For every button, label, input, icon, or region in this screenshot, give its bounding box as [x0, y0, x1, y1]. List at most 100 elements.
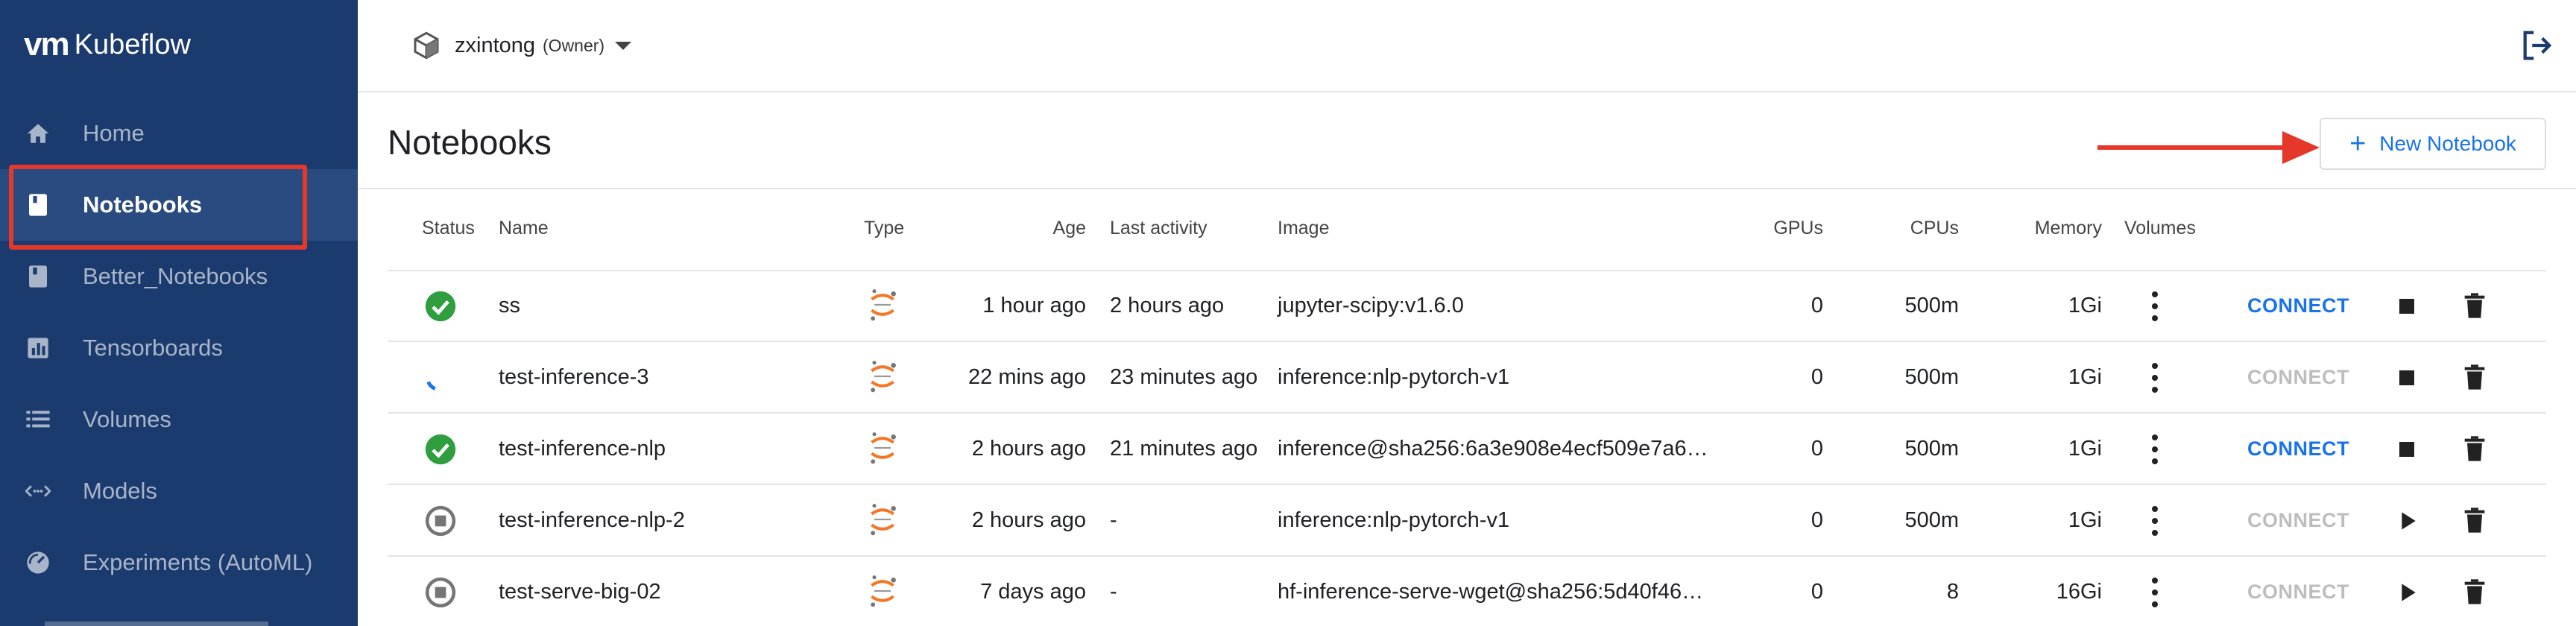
- notebook-name-link[interactable]: test-serve-big-02: [499, 580, 661, 604]
- status-stopped-icon: [425, 505, 456, 537]
- sidebar-item-home[interactable]: Home: [0, 98, 358, 169]
- col-name[interactable]: Name: [499, 218, 549, 239]
- col-gpus[interactable]: GPUs: [1714, 218, 1823, 239]
- connect-button: CONNECT: [2247, 366, 2349, 388]
- last-activity-cell: 23 minutes ago: [1110, 365, 1258, 389]
- cpus-cell: 500m: [1904, 294, 1959, 317]
- gpus-cell: 0: [1811, 294, 1823, 317]
- row-divider: [388, 412, 2546, 414]
- namespace-name: zxintong: [455, 33, 536, 57]
- stop-icon[interactable]: [2392, 363, 2422, 393]
- status-stopped-icon: [425, 577, 456, 608]
- memory-cell: 1Gi: [2068, 437, 2102, 461]
- volumes-menu-icon[interactable]: [2150, 291, 2159, 321]
- namespace-role: (Owner): [543, 35, 605, 55]
- table-header-divider: [388, 270, 2546, 271]
- col-image[interactable]: Image: [1278, 218, 1329, 239]
- namespace-selector[interactable]: zxintong (Owner): [411, 27, 632, 64]
- sidebar-item-volumes[interactable]: Volumes: [0, 384, 358, 455]
- header-divider: [358, 188, 2576, 189]
- memory-cell: 1Gi: [2068, 365, 2102, 389]
- home-icon: [25, 121, 51, 145]
- sidebar-item-models[interactable]: Models: [0, 455, 358, 527]
- col-type[interactable]: Type: [864, 218, 904, 239]
- chevron-down-icon: [615, 41, 632, 50]
- sidebar-item-tensorboards[interactable]: Tensorboards: [0, 312, 358, 384]
- list-icon: [25, 408, 51, 431]
- page-title: Notebooks: [388, 123, 552, 162]
- stop-icon[interactable]: [2392, 434, 2422, 464]
- notebook-name-link[interactable]: test-inference-nlp: [499, 437, 666, 461]
- cpus-cell: 500m: [1904, 437, 1959, 461]
- sidebar-scroll-hint: [45, 622, 268, 626]
- logo-mark: vm: [24, 26, 70, 63]
- sidebar-item-label: Better_Notebooks: [83, 263, 268, 289]
- notebook-name-link[interactable]: ss: [499, 294, 520, 318]
- image-cell: inference:nlp-pytorch-v1: [1278, 508, 1510, 532]
- sidebar-item-better-notebooks[interactable]: Better_Notebooks: [0, 241, 358, 312]
- volumes-menu-icon[interactable]: [2150, 363, 2159, 393]
- row-divider: [388, 555, 2546, 557]
- namespace-cube-icon: [414, 31, 439, 60]
- cpus-cell: 500m: [1904, 508, 1959, 532]
- volumes-menu-icon[interactable]: [2150, 434, 2159, 464]
- col-last-activity[interactable]: Last activity: [1110, 218, 1208, 239]
- volumes-menu-icon[interactable]: [2150, 506, 2159, 536]
- connect-button[interactable]: CONNECT: [2247, 437, 2349, 461]
- volumes-menu-icon[interactable]: [2150, 578, 2159, 607]
- connect-button: CONNECT: [2247, 581, 2349, 603]
- last-activity-cell: -: [1110, 508, 1117, 532]
- delete-icon[interactable]: [2460, 291, 2490, 320]
- jupyter-icon: [871, 289, 896, 321]
- memory-cell: 1Gi: [2068, 294, 2102, 317]
- jupyter-icon: [871, 504, 896, 536]
- last-activity-cell: 2 hours ago: [1110, 294, 1225, 317]
- sidebar-item-label: Tensorboards: [83, 335, 223, 361]
- code-arrows-icon: [25, 479, 51, 503]
- gpus-cell: 0: [1811, 365, 1823, 389]
- gpus-cell: 0: [1811, 437, 1823, 461]
- image-cell: inference@sha256:6a3e908e4ecf509e7a6…: [1278, 437, 1708, 461]
- play-icon[interactable]: [2392, 578, 2422, 607]
- col-age[interactable]: Age: [969, 218, 1086, 239]
- memory-cell: 16Gi: [2056, 580, 2102, 604]
- col-volumes: Volumes: [2124, 218, 2196, 238]
- sidebar-item-label: Home: [83, 120, 145, 146]
- connect-button: CONNECT: [2247, 509, 2349, 531]
- age-cell: 22 mins ago: [968, 365, 1086, 389]
- kubeflow-logo[interactable]: vm Kubeflow: [24, 22, 191, 67]
- cpus-cell: 8: [1946, 580, 1959, 604]
- annotation-highlight-box: [9, 165, 307, 250]
- status-running-icon: [425, 434, 456, 465]
- new-notebook-button[interactable]: + New Notebook: [2320, 118, 2546, 170]
- status-loading-icon: [426, 381, 436, 391]
- logout-icon[interactable]: [2519, 28, 2554, 63]
- top-bar: zxintong (Owner): [358, 0, 2576, 92]
- row-divider: [388, 484, 2546, 485]
- stop-icon[interactable]: [2392, 291, 2422, 321]
- sidebar-item-label: Experiments (AutoML): [83, 549, 313, 575]
- connect-button[interactable]: CONNECT: [2247, 294, 2349, 317]
- col-cpus[interactable]: CPUs: [1841, 218, 1959, 239]
- plus-icon: +: [2349, 128, 2367, 159]
- notebook-name-link[interactable]: test-inference-nlp-2: [499, 508, 685, 533]
- gpus-cell: 0: [1811, 580, 1823, 604]
- notebook-icon: [25, 265, 51, 288]
- delete-icon[interactable]: [2460, 434, 2490, 464]
- image-cell: hf-inference-serve-wget@sha256:5d40f46…: [1278, 580, 1704, 604]
- row-divider: [388, 341, 2546, 342]
- last-activity-cell: 21 minutes ago: [1110, 437, 1258, 461]
- sidebar-item-experiments[interactable]: Experiments (AutoML): [0, 527, 358, 598]
- delete-icon[interactable]: [2460, 505, 2490, 535]
- play-icon[interactable]: [2392, 506, 2422, 536]
- age-cell: 7 days ago: [980, 580, 1086, 604]
- jupyter-icon: [871, 361, 896, 393]
- gpus-cell: 0: [1811, 508, 1823, 532]
- cpus-cell: 500m: [1904, 365, 1959, 389]
- sidebar: vm Kubeflow Home Notebooks Better_Notebo…: [0, 0, 358, 626]
- age-cell: 2 hours ago: [971, 508, 1086, 532]
- delete-icon[interactable]: [2460, 577, 2490, 607]
- col-memory[interactable]: Memory: [1968, 218, 2102, 239]
- delete-icon[interactable]: [2460, 362, 2490, 392]
- notebook-name-link[interactable]: test-inference-3: [499, 365, 649, 390]
